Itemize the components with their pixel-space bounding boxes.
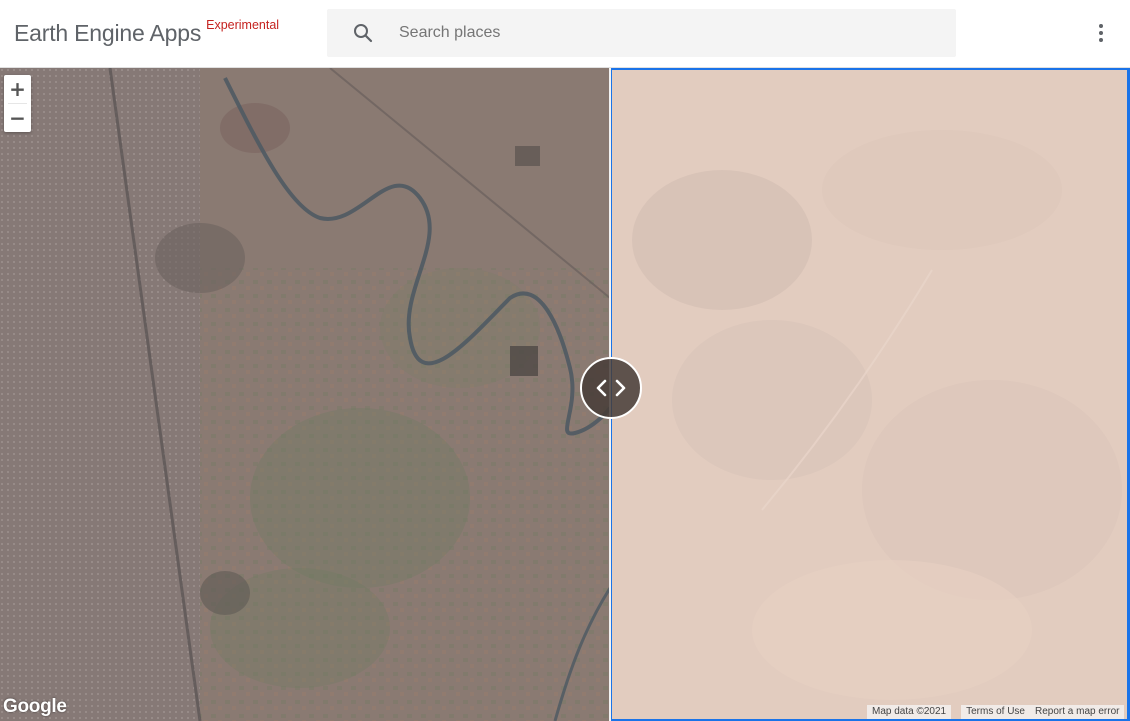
search-icon[interactable] (351, 21, 375, 45)
app-title: Earth Engine Apps (14, 20, 202, 46)
chevron-left-right-icon (596, 379, 626, 397)
map-data-credit: Map data ©2021 (867, 705, 952, 719)
zoom-out-button[interactable]: − (4, 104, 31, 132)
experimental-badge: Experimental (206, 18, 280, 32)
attribution-gap (951, 705, 961, 719)
app-header: Earth Engine Apps Experimental (0, 0, 1130, 68)
swipe-handle[interactable] (580, 357, 642, 419)
terms-of-use-link[interactable]: Terms of Use (961, 705, 1030, 719)
more-vert-icon[interactable] (1088, 20, 1114, 46)
left-satellite-image (0, 68, 610, 721)
zoom-control: + − (4, 75, 31, 132)
report-map-error-link[interactable]: Report a map error (1030, 705, 1125, 719)
zoom-in-button[interactable]: + (4, 75, 31, 103)
left-imagery-pane[interactable] (0, 68, 610, 721)
map-attribution: Map data ©2021 Terms of Use Report a map… (867, 705, 1125, 719)
google-logo[interactable]: Google (3, 696, 67, 718)
search-bar[interactable] (327, 9, 956, 57)
map-viewport[interactable]: + − Google Map data ©2021 Terms of Use R… (0, 68, 1130, 721)
brand: Earth Engine Apps Experimental (14, 18, 279, 48)
right-satellite-image (612, 70, 1127, 719)
search-input[interactable] (399, 17, 919, 49)
right-imagery-pane[interactable] (610, 68, 1130, 721)
